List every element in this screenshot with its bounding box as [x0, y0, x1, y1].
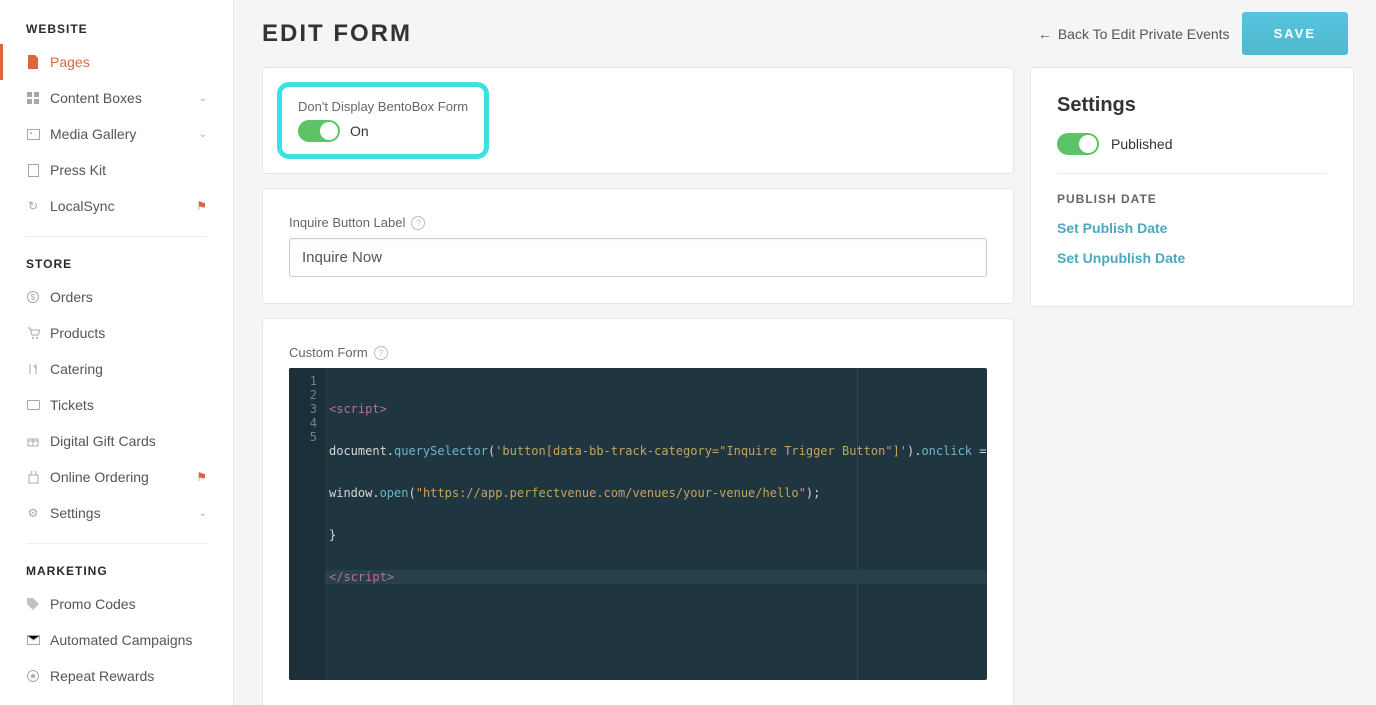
toggle-state: On	[350, 123, 369, 139]
top-bar: EDIT FORM ← Back To Edit Private Events …	[234, 0, 1376, 67]
sidebar-item-tickets[interactable]: Tickets	[0, 387, 233, 423]
code-content: <script> document.querySelector('button[…	[325, 374, 987, 612]
ticket-icon	[26, 398, 40, 412]
chevron-down-icon: ⌄	[199, 508, 207, 519]
sidebar-item-label: Content Boxes	[50, 90, 199, 106]
gear-icon: ⚙	[26, 506, 40, 520]
back-link[interactable]: ← Back To Edit Private Events	[1038, 26, 1230, 42]
inquire-label: Inquire Button Label ?	[289, 215, 987, 230]
sidebar-item-label: LocalSync	[50, 198, 196, 214]
dont-display-label: Don't Display BentoBox Form	[298, 99, 468, 114]
bag-icon	[26, 470, 40, 484]
sidebar-item-orders[interactable]: $ Orders	[0, 279, 233, 315]
doc-icon	[26, 163, 40, 177]
sidebar-item-marketing-settings[interactable]: ⚙ Settings	[0, 694, 233, 705]
section-title-marketing: MARKETING	[0, 556, 233, 586]
arrow-left-icon: ←	[1038, 26, 1052, 42]
chevron-down-icon: ⌄	[199, 129, 207, 140]
publish-date-heading: PUBLISH DATE	[1057, 192, 1327, 206]
star-icon	[26, 669, 40, 683]
set-unpublish-date-link[interactable]: Set Unpublish Date	[1057, 250, 1327, 266]
section-title-store: STORE	[0, 249, 233, 279]
sidebar-item-label: Promo Codes	[50, 596, 207, 612]
divider	[26, 543, 207, 544]
sidebar-item-pages[interactable]: Pages	[0, 44, 233, 80]
sidebar-item-localsync[interactable]: ↻ LocalSync ⚑	[0, 188, 233, 224]
sidebar-item-gift-cards[interactable]: Digital Gift Cards	[0, 423, 233, 459]
set-publish-date-link[interactable]: Set Publish Date	[1057, 220, 1327, 236]
sidebar-item-label: Catering	[50, 361, 207, 377]
sidebar-item-online-ordering[interactable]: Online Ordering ⚑	[0, 459, 233, 495]
image-icon	[26, 127, 40, 141]
settings-card: Settings Published PUBLISH DATE Set Publ…	[1030, 67, 1354, 307]
tag-icon	[26, 597, 40, 611]
svg-text:$: $	[31, 293, 36, 302]
sidebar-item-label: Settings	[50, 505, 199, 521]
sidebar: WEBSITE Pages Content Boxes ⌄ Media Gall…	[0, 0, 234, 705]
sidebar-item-label: Media Gallery	[50, 126, 199, 142]
dont-display-toggle[interactable]	[298, 120, 340, 142]
divider	[1057, 173, 1327, 174]
gift-icon	[26, 434, 40, 448]
save-button[interactable]: SAVE	[1242, 12, 1348, 55]
mail-icon	[26, 633, 40, 647]
inquire-input[interactable]	[289, 238, 987, 277]
sidebar-item-label: Automated Campaigns	[50, 632, 207, 648]
sidebar-item-store-settings[interactable]: ⚙ Settings ⌄	[0, 495, 233, 531]
display-toggle-card: Don't Display BentoBox Form On	[262, 67, 1014, 174]
sidebar-item-automated-campaigns[interactable]: Automated Campaigns	[0, 622, 233, 658]
sidebar-item-media-gallery[interactable]: Media Gallery ⌄	[0, 116, 233, 152]
sidebar-item-label: Press Kit	[50, 162, 207, 178]
utensils-icon	[26, 362, 40, 376]
sidebar-item-catering[interactable]: Catering	[0, 351, 233, 387]
custom-form-card: Custom Form ? 12345 <script> document.qu…	[262, 318, 1014, 705]
dollar-icon: $	[26, 290, 40, 304]
sidebar-item-label: Repeat Rewards	[50, 668, 207, 684]
sidebar-item-label: Digital Gift Cards	[50, 433, 207, 449]
divider	[26, 236, 207, 237]
sidebar-item-products[interactable]: Products	[0, 315, 233, 351]
help-icon[interactable]: ?	[374, 346, 388, 360]
sidebar-item-content-boxes[interactable]: Content Boxes ⌄	[0, 80, 233, 116]
sidebar-item-label: Online Ordering	[50, 469, 196, 485]
flag-icon: ⚑	[196, 470, 207, 484]
sidebar-item-repeat-rewards[interactable]: Repeat Rewards	[0, 658, 233, 694]
flag-icon: ⚑	[196, 199, 207, 213]
published-toggle[interactable]	[1057, 133, 1099, 155]
file-icon	[26, 55, 40, 69]
sync-icon: ↻	[26, 199, 40, 213]
sidebar-item-label: Orders	[50, 289, 207, 305]
grid-icon	[26, 91, 40, 105]
sidebar-item-label: Products	[50, 325, 207, 341]
line-gutter: 12345	[289, 368, 325, 680]
help-icon[interactable]: ?	[411, 216, 425, 230]
cart-icon	[26, 326, 40, 340]
sidebar-item-label: Pages	[50, 54, 207, 70]
sidebar-item-press-kit[interactable]: Press Kit	[0, 152, 233, 188]
chevron-down-icon: ⌄	[199, 93, 207, 104]
custom-form-label: Custom Form ?	[289, 345, 987, 360]
code-editor[interactable]: 12345 <script> document.querySelector('b…	[289, 368, 987, 680]
page-title: EDIT FORM	[262, 20, 1026, 48]
section-title-website: WEBSITE	[0, 14, 233, 44]
back-link-label: Back To Edit Private Events	[1058, 26, 1230, 42]
sidebar-item-promo-codes[interactable]: Promo Codes	[0, 586, 233, 622]
settings-title: Settings	[1057, 94, 1327, 117]
published-label: Published	[1111, 136, 1173, 152]
highlight-box: Don't Display BentoBox Form On	[277, 82, 489, 159]
inquire-card: Inquire Button Label ?	[262, 188, 1014, 304]
sidebar-item-label: Tickets	[50, 397, 207, 413]
